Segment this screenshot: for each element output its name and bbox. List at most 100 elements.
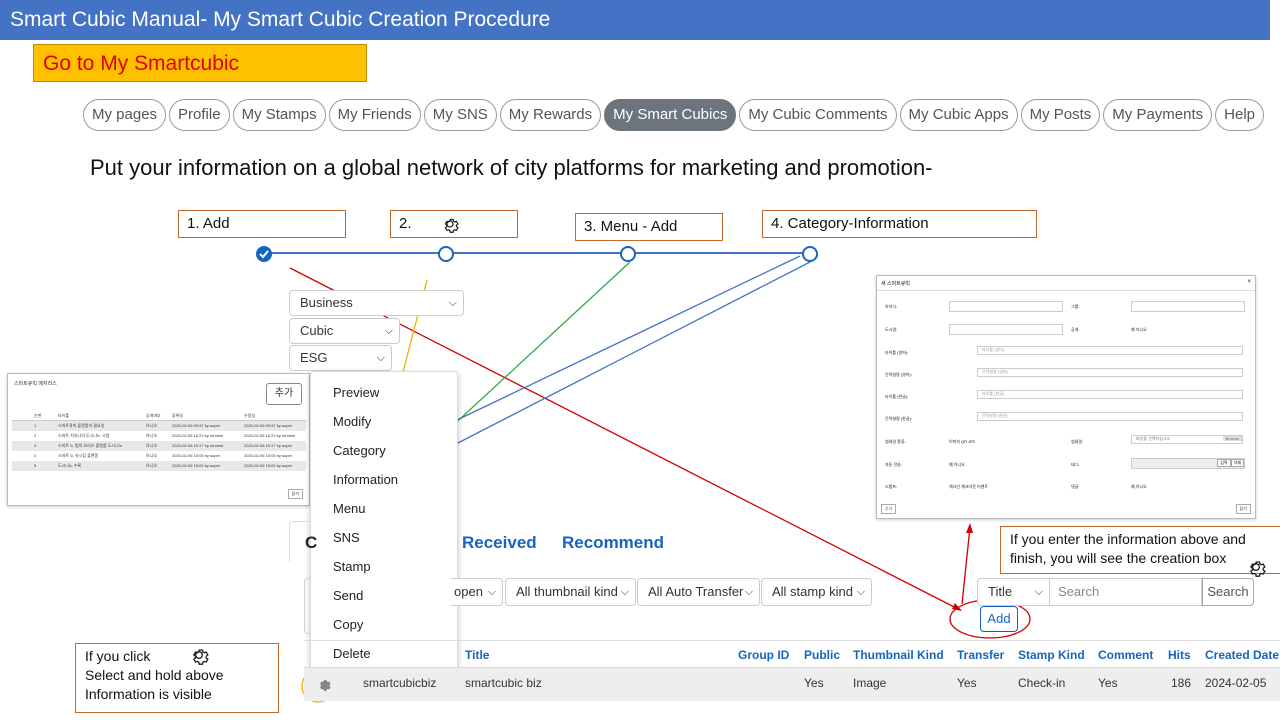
radio-label: 예	[1131, 327, 1135, 332]
chevron-down-icon: ⌵	[376, 352, 385, 364]
form-radio-stamp[interactable]: 체크인 체크아웃 이벤트	[949, 484, 988, 490]
form-label: 그룹:	[1071, 304, 1080, 309]
menu-item-menu[interactable]: Menu	[333, 501, 366, 516]
form-radio-transfer[interactable]: 예 아니오	[949, 462, 965, 468]
form-select-group[interactable]	[1131, 301, 1245, 312]
table-row[interactable]	[304, 667, 1280, 701]
esg-select[interactable]: ESG ⌵	[289, 345, 392, 371]
gear-icon	[1249, 561, 1266, 577]
form-radio-comment[interactable]: 예 아니오	[1131, 484, 1147, 490]
tab-recommend[interactable]: Recommend	[562, 533, 664, 553]
col-title[interactable]: Title	[465, 648, 489, 662]
form-label: 댓글:	[1071, 484, 1080, 489]
open-filter[interactable]: open ⌵	[451, 578, 503, 606]
cell: 4	[34, 453, 37, 458]
row-title[interactable]: smartcubic biz	[465, 676, 542, 690]
cell: 아니오	[146, 453, 158, 458]
row-stamp-kind: Check-in	[1018, 676, 1066, 690]
stamp-filter[interactable]: All stamp kind ⌵	[761, 578, 872, 606]
thumbnail-filter[interactable]: All thumbnail kind ⌵	[505, 578, 636, 606]
col-public[interactable]: Public	[804, 648, 840, 662]
note-left-line-2: Select and hold above	[85, 667, 224, 683]
menu-item-preview[interactable]: Preview	[333, 385, 379, 400]
form-label: 자동 전송:	[885, 462, 902, 467]
col-created-date[interactable]: Created Date	[1205, 648, 1279, 662]
search-button[interactable]: Search	[1202, 578, 1254, 606]
form-input-title-ko[interactable]: 타이틀 (한글)	[977, 390, 1243, 399]
search-type-select[interactable]: Title ⌵	[977, 578, 1050, 606]
list-close-button[interactable]: 닫기	[287, 489, 303, 499]
form-label: 아이디:	[885, 304, 898, 309]
col-hits[interactable]: Hits	[1168, 648, 1191, 662]
radio-label: 아니오	[953, 462, 965, 467]
row-thumbnail-kind: Image	[853, 676, 887, 690]
radio-label: 체크인	[949, 484, 961, 489]
menu-item-stamp[interactable]: Stamp	[333, 559, 371, 574]
col-updated: 수정일	[244, 413, 256, 418]
form-label: 간략설명 (영어):	[885, 372, 912, 377]
form-label: 스탬프:	[885, 484, 898, 489]
form-tag-input[interactable]: 삭제 입력	[1131, 458, 1245, 469]
cell: 스마트 노 법의 모리스 플랜폼 도시나노	[58, 443, 123, 448]
col-group-id[interactable]: Group ID	[738, 648, 789, 662]
browse-button[interactable]: Browse	[1222, 436, 1242, 441]
menu-item-modify[interactable]: Modify	[333, 414, 371, 429]
col-stamp-kind[interactable]: Stamp Kind	[1018, 648, 1085, 662]
menu-item-sns[interactable]: SNS	[333, 530, 360, 545]
chevron-down-icon: ⌵	[1034, 586, 1043, 598]
col-created: 등록일	[172, 413, 184, 418]
tag-delete-button[interactable]: 삭제	[1230, 459, 1244, 467]
table-row[interactable]: 3 스마트 노 법의 모리스 플랜폼 도시나노 아니오 2024-02-06 1…	[12, 441, 306, 451]
cubic-select[interactable]: Cubic ⌵	[289, 318, 400, 344]
form-select-city[interactable]	[949, 324, 1063, 335]
col-thumbnail-kind[interactable]: Thumbnail Kind	[853, 648, 944, 662]
context-menu: Preview Modify Category Information Menu…	[310, 371, 458, 673]
col-transfer[interactable]: Transfer	[957, 648, 1004, 662]
menu-item-copy[interactable]: Copy	[333, 617, 363, 632]
search-type-value: Title	[988, 584, 1013, 599]
menu-item-information[interactable]: Information	[333, 472, 398, 487]
form-label: 도시명:	[885, 327, 898, 332]
table-row[interactable]: 4 스마트 노 유시집 플랜폼 아니오 2024-02-06 15:05 by …	[12, 451, 306, 461]
col-comment[interactable]: Comment	[1098, 648, 1153, 662]
list-screenshot: 스마트큐빅 메자리스 추가 순번 타이틀 공개여부 등록일 수정일 1 스마트큐…	[7, 373, 310, 506]
row-transfer: Yes	[957, 676, 977, 690]
form-radio-public[interactable]: 예 아니오	[1131, 327, 1147, 333]
cell: 2024-02-06 15:17 by mhome	[172, 443, 224, 448]
list-add-button[interactable]: 추가	[266, 383, 302, 405]
cell: 2024-02-06 15:05 by super	[172, 453, 221, 458]
form-radio-thumb[interactable]: 이미지 QR 코드	[949, 439, 976, 445]
check-icon	[259, 250, 269, 259]
auto-transfer-filter[interactable]: All Auto Transfer ⌵	[637, 578, 760, 606]
tag-add-button[interactable]: 입력	[1217, 459, 1231, 467]
menu-item-delete[interactable]: Delete	[333, 646, 371, 661]
cell: 2024-02-06 16:23 by mhome	[244, 433, 296, 438]
menu-item-category[interactable]: Category	[333, 443, 386, 458]
form-input-desc-en[interactable]: 간략설명 (영어)	[977, 368, 1243, 377]
menu-item-send[interactable]: Send	[333, 588, 363, 603]
chevron-down-icon: ⌵	[744, 586, 753, 598]
table-row[interactable]: 5 도시나노 수록 아니오 2024-02-06 15:05 by super …	[12, 461, 306, 471]
form-save-button[interactable]: 추가	[881, 504, 897, 514]
tab-received[interactable]: Received	[462, 533, 537, 553]
tab-c[interactable]: C	[305, 533, 317, 553]
form-input-id[interactable]	[949, 301, 1063, 312]
form-close-button[interactable]: 닫기	[1235, 504, 1251, 514]
table-row[interactable]: 2 스마트 치유나의 도시나노 시범 아니오 2024-02-06 16:23 …	[12, 431, 306, 441]
auto-transfer-filter-value: All Auto Transfer	[648, 584, 744, 599]
add-button[interactable]: Add	[980, 606, 1018, 632]
form-file-input[interactable]: 파일을 선택하십시오 Browse	[1131, 435, 1243, 444]
table-row[interactable]: 1 스마트큐빅 플랜폼의 필요성 아니오 2024-02-06 09:57 by…	[12, 421, 306, 431]
form-input-desc-ko[interactable]: 간략설명 (한글)	[977, 412, 1243, 421]
search-input[interactable]: Search	[1050, 578, 1202, 606]
form-input-title-en[interactable]: 타이틀 (영어)	[977, 346, 1243, 355]
stamp-filter-value: All stamp kind	[772, 584, 853, 599]
note-left-line-3: Information is visible	[85, 686, 212, 702]
gear-icon[interactable]	[317, 677, 331, 691]
business-select[interactable]: Business ⌵	[289, 290, 464, 316]
row-public: Yes	[804, 676, 824, 690]
close-icon[interactable]: ×	[1247, 279, 1251, 285]
note-left: If you click Select and hold above Infor…	[75, 643, 279, 713]
step-3-dot	[620, 246, 636, 262]
cell: 도시나노 수록	[58, 463, 82, 468]
